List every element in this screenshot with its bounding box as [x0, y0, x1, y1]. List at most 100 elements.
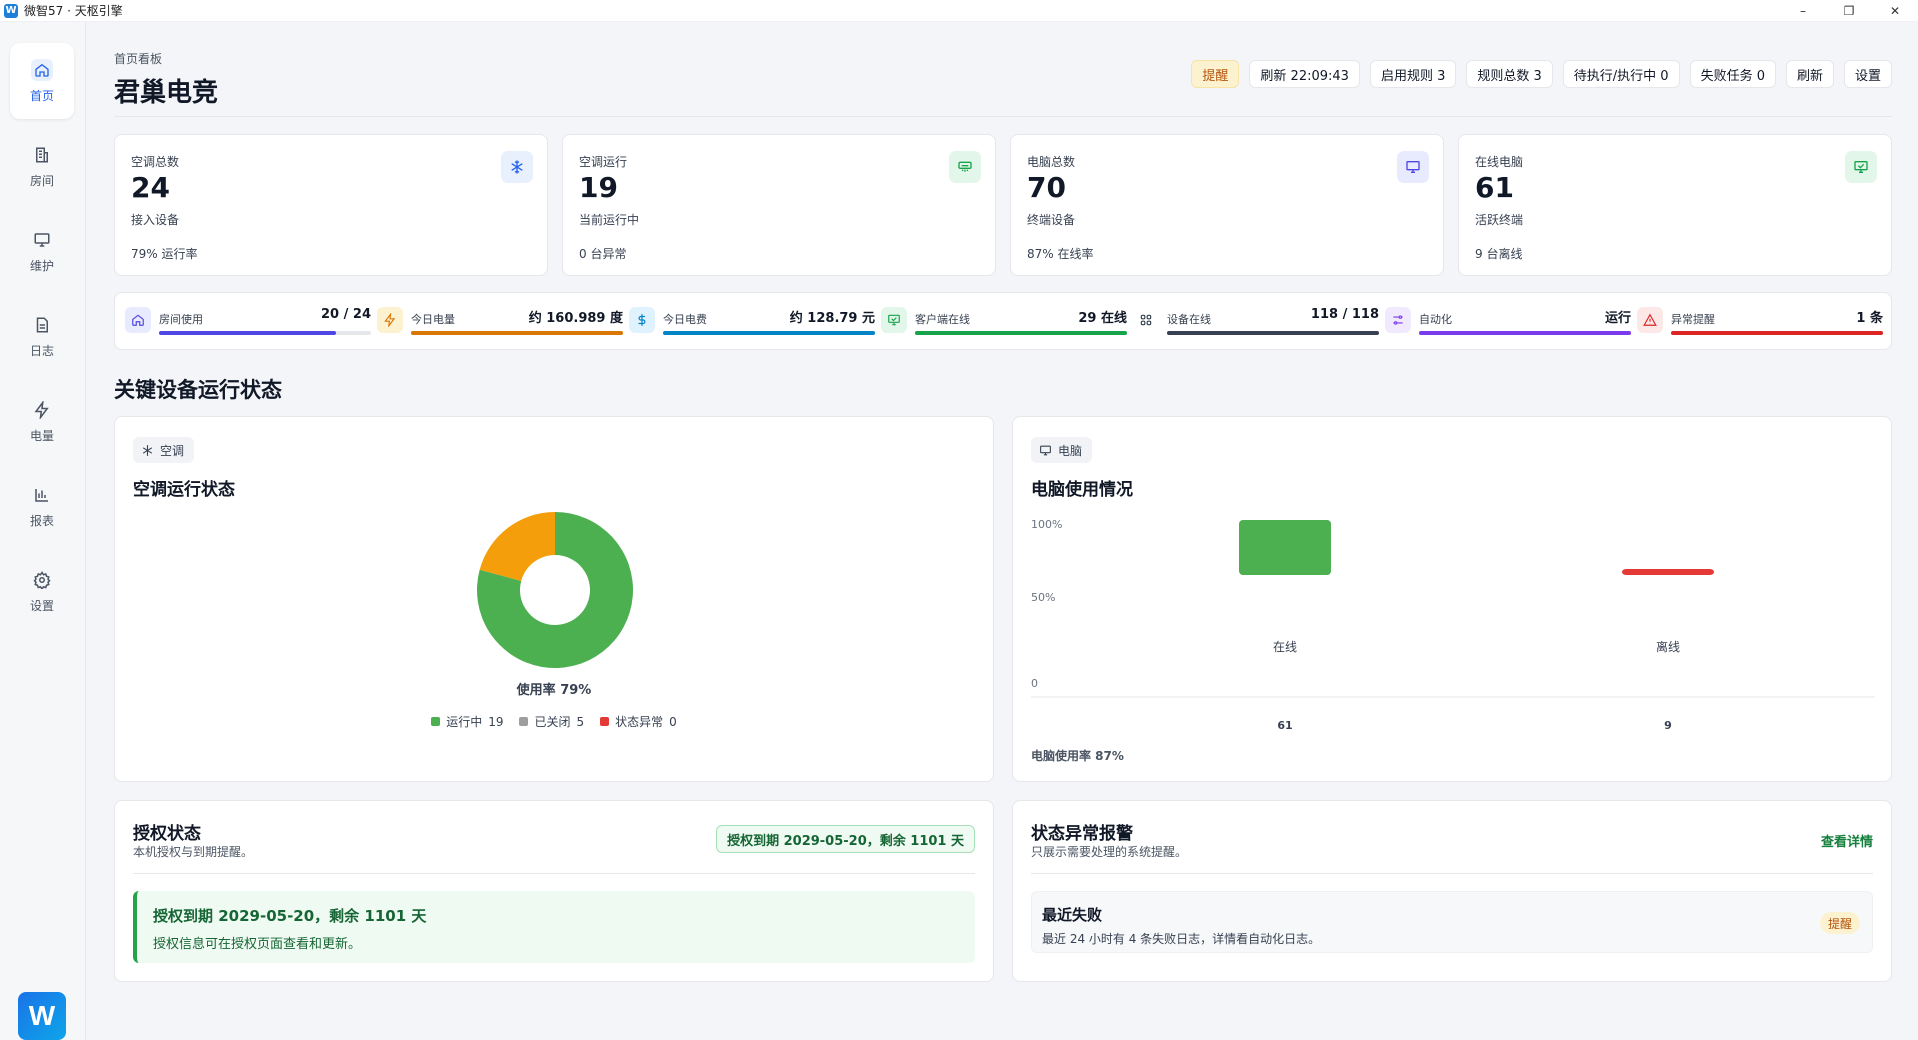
metric-value: 运行 [1604, 311, 1631, 326]
bar-count-label: 61 [1277, 719, 1292, 732]
legend-swatch [431, 717, 441, 726]
metric-value: 29 在线 [1078, 311, 1127, 326]
minimize-button[interactable]: – [1780, 0, 1826, 22]
stat-card-ac-running[interactable]: 空调运行 19 当前运行中 0 台异常 [562, 134, 996, 276]
pending-tasks-pill[interactable]: 待执行/执行中 0 [1562, 60, 1680, 88]
warning-icon [1637, 307, 1663, 333]
metric-today-cost[interactable]: 今日电费 约 128.79 元 [629, 305, 875, 341]
ac-unit-icon [949, 151, 981, 183]
legend-count: 0 [669, 714, 677, 729]
monitor-icon [1040, 445, 1051, 455]
alerts-panel: 状态异常报警 只展示需要处理的系统提醒。 查看详情 最近失败 最近 24 小时有… [1012, 800, 1892, 982]
panel-divider [133, 873, 975, 874]
metric-label: 客户端在线 [915, 313, 970, 326]
alert-pill[interactable]: 提醒 [1191, 60, 1240, 88]
metric-label: 异常提醒 [1671, 313, 1715, 326]
restore-button[interactable]: ❐ [1826, 0, 1872, 22]
sidebar-item-label: 报表 [29, 513, 54, 528]
pc-tag: 电脑 [1031, 437, 1093, 463]
window-title: 微智57 · 天枢引擎 [24, 4, 123, 18]
metric-label: 今日电费 [663, 313, 707, 326]
metric-label: 自动化 [1419, 313, 1452, 326]
sidebar-item-maintenance[interactable]: 维护 [10, 213, 74, 289]
legend-label: 已关闭 [534, 715, 571, 729]
dollar-icon [629, 307, 655, 333]
close-button[interactable]: ✕ [1872, 0, 1918, 22]
y-tick-label: 50% [1031, 591, 1055, 604]
stat-card-ac-total[interactable]: 空调总数 24 接入设备 79% 运行率 [114, 134, 548, 276]
stat-card-pc-total[interactable]: 电脑总数 70 终端设备 87% 在线率 [1010, 134, 1444, 276]
stat-sub: 终端设备 [1027, 213, 1076, 227]
metric-track [663, 331, 875, 335]
x-tick-label: 离线 [1656, 639, 1680, 654]
license-box-text: 授权信息可在授权页面查看和更新。 [153, 937, 362, 952]
donut-slice-off [479, 512, 555, 581]
panel-subtitle: 只展示需要处理的系统提醒。 [1031, 845, 1188, 859]
sidebar-item-label: 日志 [29, 343, 54, 358]
alert-row-recent-failures[interactable]: 最近失败 最近 24 小时有 4 条失败日志，详情看自动化日志。 提醒 [1031, 891, 1873, 953]
gear-icon [31, 569, 53, 591]
enabled-rules-pill[interactable]: 启用规则 3 [1369, 60, 1457, 88]
stat-foot: 9 台离线 [1475, 247, 1523, 261]
metric-room-usage[interactable]: 房间使用 20 / 24 [125, 305, 371, 341]
tag-label: 电脑 [1058, 443, 1083, 458]
alert-row-title: 最近失败 [1042, 906, 1103, 924]
legend-label: 状态异常 [615, 715, 664, 729]
metric-today-power[interactable]: 今日电量 约 160.989 度 [377, 305, 623, 341]
metric-automation[interactable]: 自动化 运行 [1385, 305, 1631, 341]
legend-item-off: 已关闭 5 [519, 713, 584, 730]
sidebar-item-label: 维护 [29, 258, 54, 273]
stat-card-pc-online[interactable]: 在线电脑 61 活跃终端 9 台离线 [1458, 134, 1892, 276]
donut-slice-running [477, 512, 634, 668]
ac-status-panel: 空调 空调运行状态 使用率 79% 运行中 19 已关闭 5 状态异常 0 [114, 416, 994, 782]
stat-label: 在线电脑 [1475, 155, 1524, 169]
metric-track [915, 331, 1127, 335]
sidebar: 首页 房间 维护 日志 电量 报表 设置 W [0, 22, 86, 1040]
donut-caption: 使用率 79% [516, 683, 592, 698]
refresh-button[interactable]: 刷新 [1785, 60, 1834, 88]
metric-fill [663, 331, 875, 335]
x-tick-label: 在线 [1273, 640, 1297, 654]
monitor-check-icon [1845, 151, 1877, 183]
panel-subtitle: 本机授权与到期提醒。 [133, 845, 254, 859]
legend-swatch [519, 717, 529, 726]
failed-tasks-pill[interactable]: 失败任务 0 [1689, 60, 1776, 88]
view-details-link[interactable]: 查看详情 [1821, 831, 1873, 850]
home-icon [31, 58, 53, 81]
legend-swatch [600, 717, 610, 726]
sidebar-item-rooms[interactable]: 房间 [10, 128, 74, 204]
sidebar-item-logs[interactable]: 日志 [10, 298, 74, 374]
panel-title: 状态异常报警 [1031, 824, 1133, 844]
tag-label: 空调 [160, 443, 185, 458]
sidebar-item-home[interactable]: 首页 [10, 43, 74, 119]
y-tick-label: 100% [1031, 518, 1062, 531]
metric-fill [411, 331, 623, 335]
metric-track [411, 331, 623, 335]
window-titlebar: W 微智57 · 天枢引擎 – ❐ ✕ [0, 0, 1918, 22]
total-rules-pill[interactable]: 规则总数 3 [1466, 60, 1553, 88]
sidebar-item-reports[interactable]: 报表 [10, 468, 74, 544]
legend-count: 19 [488, 714, 504, 729]
metric-devices-online[interactable]: 设备在线 118 / 118 [1133, 305, 1379, 341]
metric-track [1167, 331, 1379, 335]
stat-sub: 当前运行中 [579, 213, 640, 227]
sidebar-item-settings[interactable]: 设置 [10, 553, 74, 629]
metric-label: 设备在线 [1167, 313, 1211, 326]
settings-button[interactable]: 设置 [1843, 60, 1892, 88]
metric-track [159, 331, 371, 335]
stat-value: 19 [579, 171, 618, 204]
metric-clients-online[interactable]: 客户端在线 29 在线 [881, 305, 1127, 341]
sidebar-item-power[interactable]: 电量 [10, 383, 74, 459]
sidebar-item-label: 首页 [29, 88, 54, 103]
building-icon [31, 144, 53, 166]
header-toolbar: 提醒 刷新 22:09:43 启用规则 3 规则总数 3 待执行/执行中 0 失… [1191, 60, 1892, 88]
stat-label: 空调运行 [579, 155, 628, 169]
metric-alerts[interactable]: 异常提醒 1 条 [1637, 305, 1883, 341]
legend-item-running: 运行中 19 [431, 713, 503, 730]
panel-title: 空调运行状态 [133, 480, 235, 500]
panel-title: 电脑使用情况 [1031, 480, 1133, 500]
alert-row-text: 最近 24 小时有 4 条失败日志，详情看自动化日志。 [1042, 932, 1321, 946]
stat-label: 空调总数 [131, 155, 180, 169]
pc-chart-caption: 电脑使用率 87% [1031, 749, 1124, 763]
legend-count: 5 [576, 714, 585, 729]
